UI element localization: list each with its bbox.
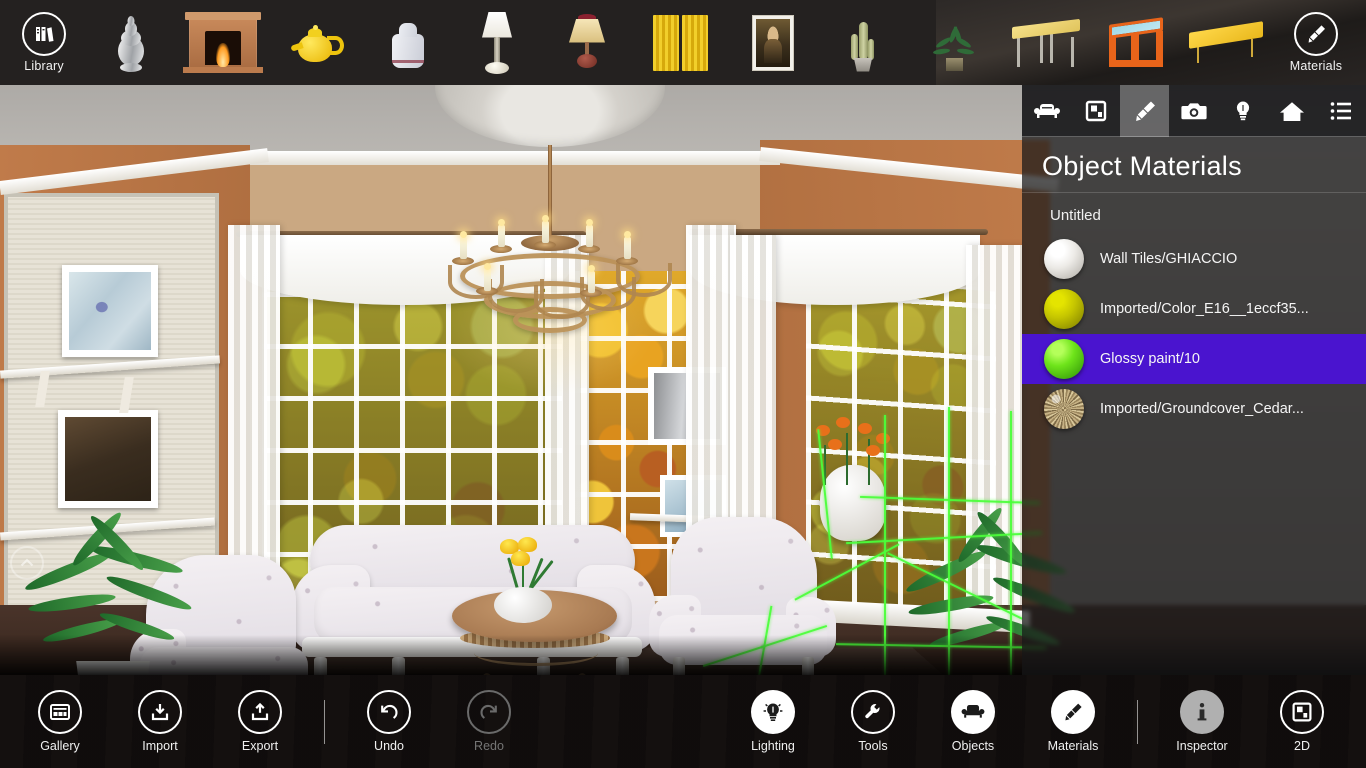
panel-title: Object Materials xyxy=(1042,151,1242,181)
objects-label: Objects xyxy=(951,739,995,753)
gallery-button[interactable]: Gallery xyxy=(10,675,110,768)
sofa-icon xyxy=(1033,103,1060,118)
library-label: Library xyxy=(24,59,64,73)
object-thumb-painting[interactable] xyxy=(728,0,818,85)
material-swatch xyxy=(1044,339,1084,379)
sofa-icon xyxy=(951,690,995,734)
panel-subtitle: Untitled xyxy=(1050,207,1101,224)
object-thumb-lampshade-lamp[interactable] xyxy=(542,0,632,85)
redo-label: Redo xyxy=(474,739,504,753)
undo-icon xyxy=(367,690,411,734)
lighting-label: Lighting xyxy=(751,739,795,753)
panel-tab-materials[interactable] xyxy=(1120,84,1170,137)
export-icon xyxy=(238,690,282,734)
paintbrush-icon xyxy=(1135,100,1155,121)
gallery-label: Gallery xyxy=(40,739,80,753)
material-swatch xyxy=(1044,239,1084,279)
import-button[interactable]: Import xyxy=(110,675,210,768)
wall-picture-dark xyxy=(58,410,158,508)
undo-button[interactable]: Undo xyxy=(339,675,439,768)
panel-tab-floorplan[interactable] xyxy=(1071,85,1120,137)
paintbrush-icon xyxy=(1294,12,1338,56)
info-icon xyxy=(1180,690,1224,734)
import-icon xyxy=(138,690,182,734)
inspector-label: Inspector xyxy=(1176,739,1228,753)
material-swatch xyxy=(1044,389,1084,429)
object-thumb-jug[interactable] xyxy=(364,0,452,85)
object-thumb-yellow-table[interactable] xyxy=(1000,0,1092,85)
material-row-0[interactable]: Wall Tiles/GHIACCIO xyxy=(1022,234,1366,284)
objects-button[interactable]: Objects xyxy=(923,675,1023,768)
paintbrush-icon xyxy=(1051,690,1095,734)
object-thumb-table-lamp[interactable] xyxy=(452,0,542,85)
panel-tab-list[interactable] xyxy=(1317,85,1366,137)
flower-vase[interactable] xyxy=(478,537,568,623)
import-label: Import xyxy=(142,739,178,753)
material-row-3[interactable]: Imported/Groundcover_Cedar... xyxy=(1022,384,1366,434)
material-swatch xyxy=(1044,289,1084,329)
material-label: Imported/Groundcover_Cedar... xyxy=(1100,401,1304,417)
materials-button[interactable]: Materials xyxy=(1023,675,1123,768)
orchid-flowers xyxy=(800,415,910,485)
2d-button[interactable]: 2D xyxy=(1252,675,1352,768)
camera-icon xyxy=(1181,102,1207,119)
material-label: Glossy paint/10 xyxy=(1100,351,1200,367)
material-label: Imported/Color_E16__1eccf35... xyxy=(1100,301,1309,317)
chevron-up-icon xyxy=(20,558,34,567)
toolbar-divider-left xyxy=(324,699,325,744)
undo-label: Undo xyxy=(374,739,404,753)
object-thumb-silver-vase[interactable] xyxy=(88,0,174,85)
redo-icon xyxy=(467,690,511,734)
panel-tab-home[interactable] xyxy=(1268,85,1317,137)
2d-label: 2D xyxy=(1294,739,1310,753)
lightbulb-icon xyxy=(751,690,795,734)
materials-toolbar-label: Materials xyxy=(1289,59,1343,73)
gallery-icon xyxy=(38,690,82,734)
library-button[interactable]: Library xyxy=(0,0,88,85)
panel-tab-camera[interactable] xyxy=(1169,85,1218,137)
object-thumb-cactus[interactable] xyxy=(818,0,908,85)
material-row-1[interactable]: Imported/Color_E16__1eccf35... xyxy=(1022,284,1366,334)
panel-tab-bar xyxy=(1022,84,1366,137)
collapse-toolbar-button[interactable] xyxy=(10,546,44,580)
toolbar-divider-right xyxy=(1137,699,1138,744)
export-button[interactable]: Export xyxy=(210,675,310,768)
floorplan-icon xyxy=(1280,690,1324,734)
list-icon xyxy=(1331,101,1352,120)
materials-toolbar-button[interactable]: Materials xyxy=(1272,0,1360,85)
bottom-toolbar: Gallery Import Export Undo Redo Lighting… xyxy=(0,675,1366,768)
floorplan-icon xyxy=(1085,100,1106,121)
object-thumb-orange-table[interactable] xyxy=(1092,0,1180,85)
material-row-2[interactable]: Glossy paint/10 xyxy=(1022,334,1366,384)
tools-label: Tools xyxy=(858,739,888,753)
redo-button: Redo xyxy=(439,675,539,768)
home-icon xyxy=(1280,101,1305,121)
lighting-button[interactable]: Lighting xyxy=(723,675,823,768)
object-thumb-curtains[interactable] xyxy=(632,0,728,85)
wrench-icon xyxy=(851,690,895,734)
chandelier[interactable] xyxy=(430,145,672,395)
object-thumb-fireplace[interactable] xyxy=(174,0,272,85)
object-thumb-teapot[interactable] xyxy=(272,0,364,85)
tools-button[interactable]: Tools xyxy=(823,675,923,768)
lightbulb-icon xyxy=(1236,101,1250,120)
top-toolbar: Library Materials xyxy=(0,0,1366,85)
object-materials-panel: Object Materials Untitled Wall Tiles/GHI… xyxy=(1022,84,1366,675)
application-window: Library Materials Object Materials Untit… xyxy=(0,0,1366,768)
panel-tab-objects[interactable] xyxy=(1022,85,1071,137)
material-list: Wall Tiles/GHIACCIO Imported/Color_E16__… xyxy=(1022,234,1366,434)
export-label: Export xyxy=(241,739,279,753)
books-icon xyxy=(22,12,66,56)
object-thumb-flat-table[interactable] xyxy=(1180,0,1272,85)
object-thumb-potted-plant[interactable] xyxy=(908,0,1000,85)
panel-tab-lighting[interactable] xyxy=(1219,85,1268,137)
wall-picture-abstract xyxy=(62,265,158,357)
inspector-button[interactable]: Inspector xyxy=(1152,675,1252,768)
materials-label: Materials xyxy=(1047,739,1099,753)
material-label: Wall Tiles/GHIACCIO xyxy=(1100,251,1238,267)
